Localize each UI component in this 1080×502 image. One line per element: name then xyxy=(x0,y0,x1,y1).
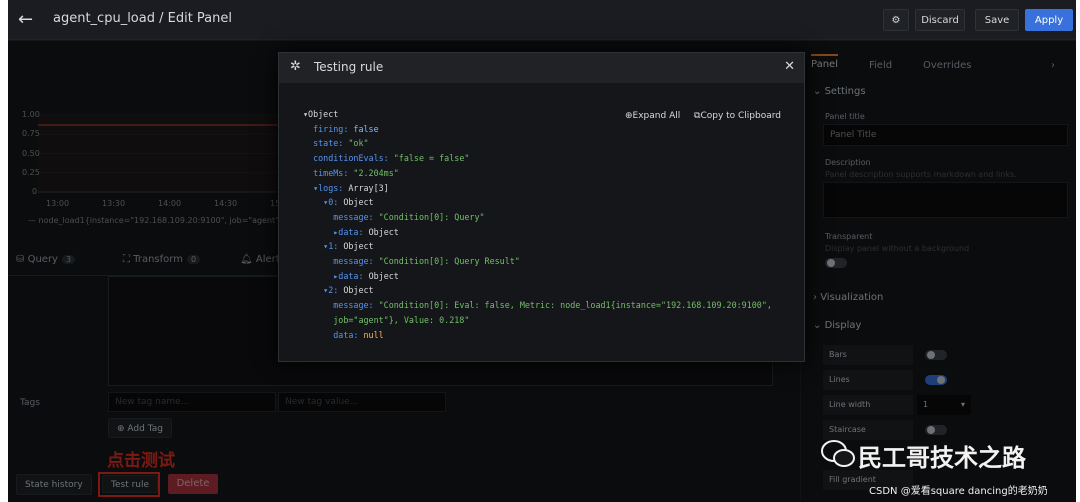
tree-line[interactable]: ▸data: Object xyxy=(303,269,772,284)
watermark-text: 民工哥技术之路 xyxy=(858,444,1026,472)
tree-line: message: "Condition[0]: Query" xyxy=(303,211,485,222)
tree-line[interactable]: ▾1: Object xyxy=(303,239,772,254)
apply-button[interactable]: Apply xyxy=(1025,9,1073,31)
modal-title: Testing rule xyxy=(314,60,384,74)
tree-line[interactable]: ▾Object xyxy=(303,107,772,122)
tree-line: job="agent"}, Value: 0.218" xyxy=(303,314,470,325)
tree-line[interactable]: ▾0: Object xyxy=(303,195,772,210)
tree-line: conditionEvals: "false = false" xyxy=(303,153,470,164)
tree-line[interactable]: ▸data: Object xyxy=(303,225,772,240)
tree-line[interactable]: ▾logs: Array[3] xyxy=(303,181,772,196)
grafana-edit-panel: ← agent_cpu_load / Edit Panel ⚙ Discard … xyxy=(8,0,1076,502)
back-arrow-icon[interactable]: ← xyxy=(18,9,33,30)
tree-line: timeMs: "2.204ms" xyxy=(303,167,399,178)
page-title: agent_cpu_load / Edit Panel xyxy=(53,11,232,26)
modal-header: ✲ Testing rule ✕ xyxy=(279,53,804,83)
tree-line: firing: false xyxy=(303,123,379,134)
tree-line: data: null xyxy=(303,329,384,340)
wechat-logo-icon xyxy=(821,440,855,467)
settings-gear-icon[interactable]: ⚙ xyxy=(883,9,909,31)
json-tree: ▾Object firing: false state: "ok" condit… xyxy=(303,107,772,342)
top-bar: ← agent_cpu_load / Edit Panel ⚙ Discard … xyxy=(8,0,1076,40)
tree-line: state: "ok" xyxy=(303,138,369,149)
testing-rule-modal: ✲ Testing rule ✕ ⊕Expand All ⧉Copy to Cl… xyxy=(278,52,805,362)
close-icon[interactable]: ✕ xyxy=(784,59,795,74)
tree-line: message: "Condition[0]: Eval: false, Met… xyxy=(303,300,772,311)
bug-icon: ✲ xyxy=(290,59,301,74)
tree-line[interactable]: ▾2: Object xyxy=(303,283,772,298)
discard-button[interactable]: Discard xyxy=(915,9,965,31)
save-button[interactable]: Save xyxy=(975,9,1019,31)
csdn-credit: CSDN @爱看square dancing的老奶奶 xyxy=(869,486,1048,497)
tree-line: message: "Condition[0]: Query Result" xyxy=(303,256,520,267)
